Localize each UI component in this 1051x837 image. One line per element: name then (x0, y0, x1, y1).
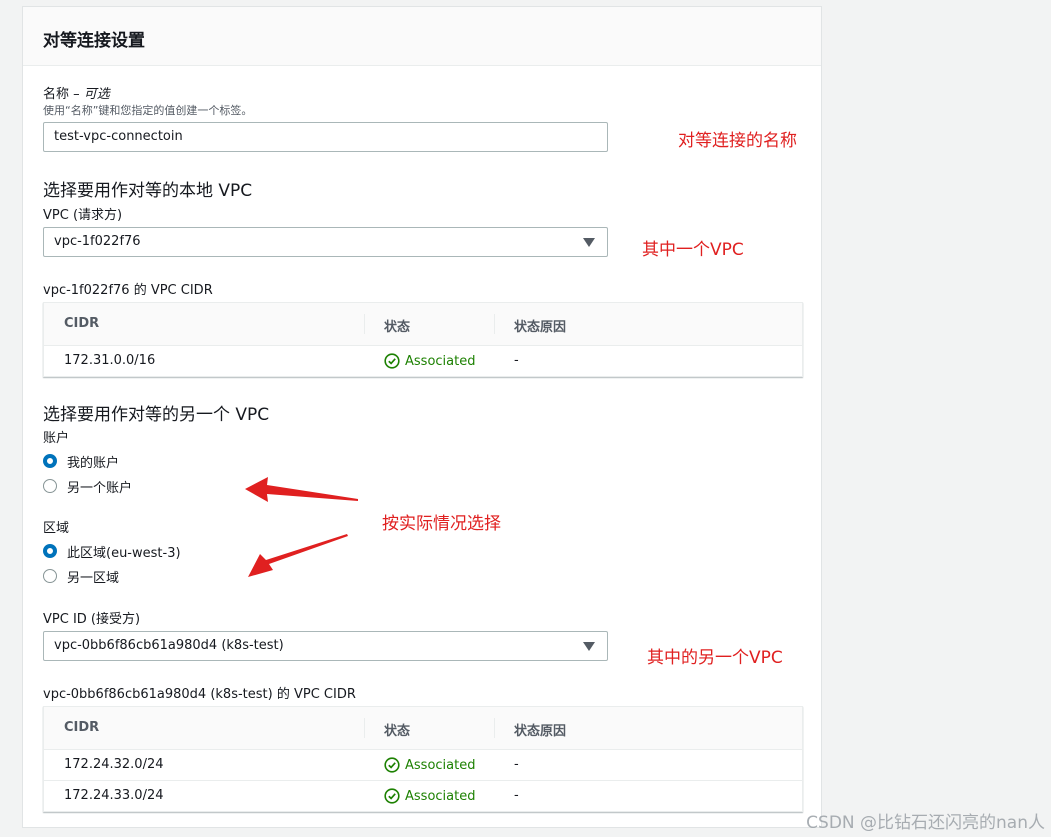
status-cell: Associated (384, 353, 475, 369)
table-row: 172.24.33.0/24 Associated - (44, 781, 802, 811)
watermark: CSDN @比钻石还闪亮的nan人 (806, 813, 1045, 833)
reason-cell: - (514, 788, 519, 803)
reason-cell: - (514, 757, 519, 772)
region-label: 区域 (43, 521, 70, 536)
local-cidr-table: CIDR 状态 状态原因 172.31.0.0/16 Associated - (43, 302, 803, 377)
cidr-cell: 172.24.33.0/24 (64, 788, 164, 803)
optional-separator: – (73, 87, 84, 102)
cidr-cell: 172.31.0.0/16 (64, 353, 156, 368)
column-divider (494, 718, 495, 738)
radio-label-this-region[interactable]: 此区域(eu-west-3) (67, 542, 181, 561)
column-divider (494, 314, 495, 334)
requester-vpc-select[interactable]: vpc-1f022f76 (43, 227, 608, 257)
check-circle-icon (384, 353, 400, 369)
table-row: 172.24.32.0/24 Associated - (44, 750, 802, 781)
annotation-local-vpc: 其中一个VPC (642, 240, 744, 260)
annotation-arrows (245, 477, 358, 577)
table-header: CIDR 状态 状态原因 (44, 707, 802, 750)
check-circle-icon (384, 757, 400, 773)
panel-title: 对等连接设置 (43, 31, 145, 51)
annotation-choose: 按实际情况选择 (382, 514, 501, 534)
requester-vpc-value: vpc-1f022f76 (54, 234, 141, 249)
table-header: CIDR 状态 状态原因 (44, 303, 802, 346)
radio-label-another-region[interactable]: 另一区域 (67, 567, 119, 586)
caret-down-icon (583, 642, 595, 651)
peer-cidr-table: CIDR 状态 状态原因 172.24.32.0/24 Associated -… (43, 706, 803, 812)
arrow-to-account-icon (245, 477, 358, 502)
account-label: 账户 (43, 431, 70, 446)
peer-vpc-heading: 选择要用作对等的另一个 VPC (43, 405, 270, 425)
radio-another-account[interactable] (43, 479, 57, 493)
status-text: Associated (405, 757, 476, 773)
status-text: Associated (405, 353, 476, 369)
radio-this-region[interactable] (43, 544, 57, 558)
accepter-vpc-select[interactable]: vpc-0bb6f86cb61a980d4 (k8s-test) (43, 631, 608, 661)
accepter-vpc-value: vpc-0bb6f86cb61a980d4 (k8s-test) (54, 638, 284, 653)
panel-header: 对等连接设置 (23, 7, 821, 66)
column-divider (364, 314, 365, 334)
local-vpc-heading: 选择要用作对等的本地 VPC (43, 181, 253, 201)
peer-cidr-title: vpc-0bb6f86cb61a980d4 (k8s-test) 的 VPC C… (43, 687, 356, 702)
name-label: 名称 – 可选 (43, 83, 110, 102)
optional-text: 可选 (83, 87, 110, 102)
table-row: 172.31.0.0/16 Associated - (44, 346, 802, 376)
arrow-to-region-icon (248, 534, 348, 577)
status-text: Associated (405, 788, 476, 804)
annotation-name: 对等连接的名称 (678, 131, 797, 151)
check-circle-icon (384, 788, 400, 804)
radio-another-region[interactable] (43, 569, 57, 583)
radio-label-another-account[interactable]: 另一个账户 (67, 477, 132, 496)
column-header-cidr: CIDR (64, 720, 100, 735)
column-header-status: 状态 (384, 724, 411, 739)
requester-vpc-label: VPC (请求方) (43, 208, 123, 223)
name-label-text: 名称 (43, 87, 70, 102)
column-divider (364, 718, 365, 738)
annotation-peer-vpc: 其中的另一个VPC (647, 648, 783, 668)
local-cidr-title: vpc-1f022f76 的 VPC CIDR (43, 283, 213, 298)
column-header-status: 状态 (384, 320, 411, 335)
radio-label-my-account[interactable]: 我的账户 (67, 452, 119, 471)
status-cell: Associated (384, 757, 475, 773)
name-description: 使用“名称”键和您指定的值创建一个标签。 (43, 104, 253, 117)
accepter-vpc-label: VPC ID (接受方) (43, 612, 141, 627)
status-cell: Associated (384, 788, 475, 804)
column-header-cidr: CIDR (64, 316, 100, 331)
column-header-reason: 状态原因 (514, 320, 567, 335)
reason-cell: - (514, 353, 519, 368)
name-input[interactable]: test-vpc-connectoin (43, 122, 608, 152)
caret-down-icon (583, 238, 595, 247)
column-header-reason: 状态原因 (514, 724, 567, 739)
cidr-cell: 172.24.32.0/24 (64, 757, 164, 772)
radio-my-account[interactable] (43, 454, 57, 468)
